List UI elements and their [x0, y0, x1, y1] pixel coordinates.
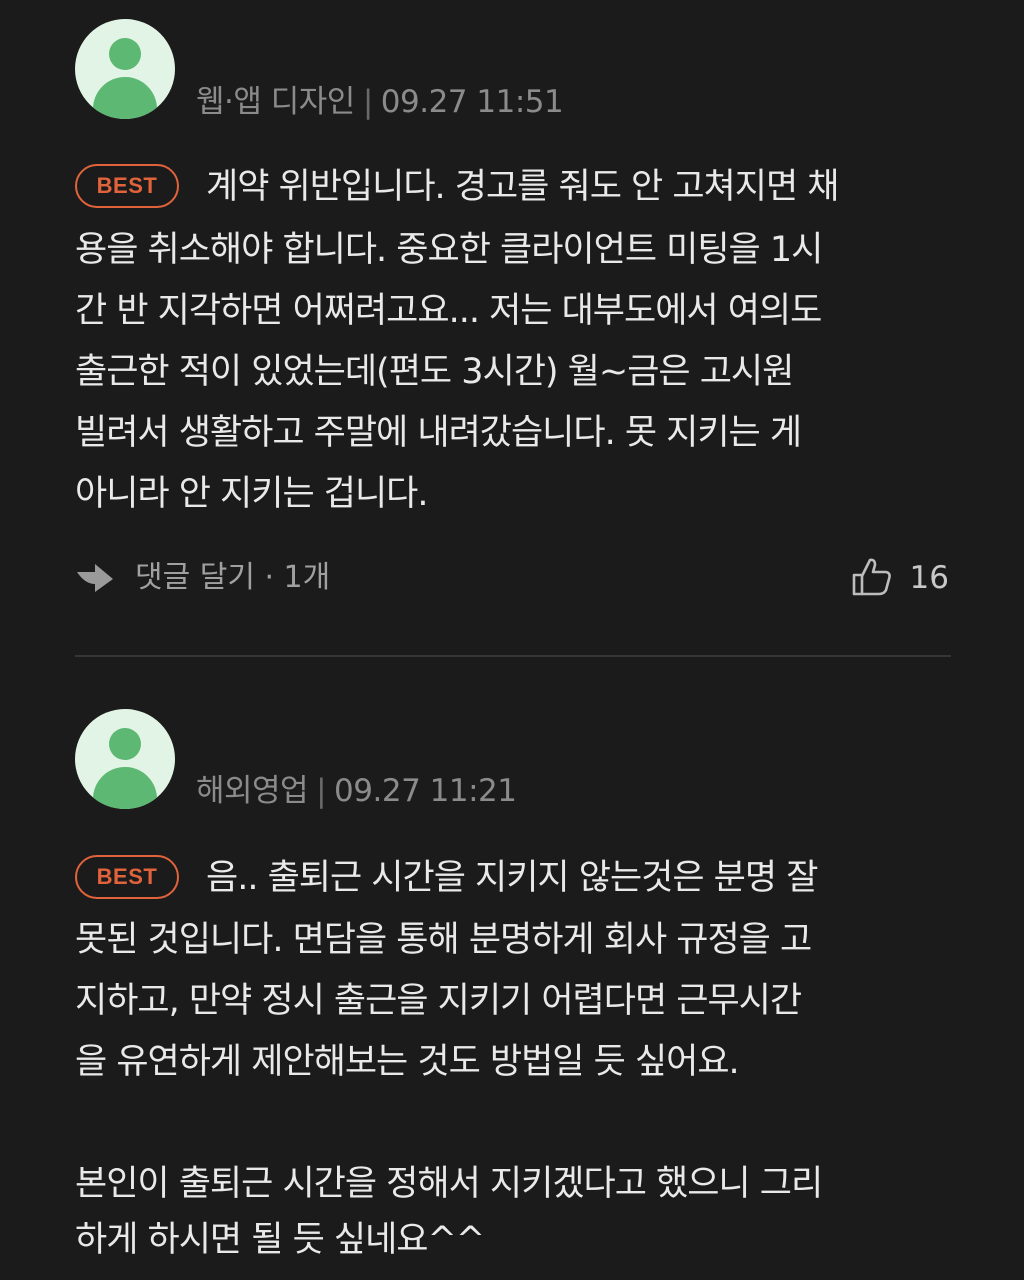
comment-text-line: 지하고, 만약 정시 출근을 지키기 어렵다면 근무시간: [75, 981, 802, 1021]
avatar-head-shape: [109, 38, 141, 70]
comment-timestamp: 09.27 11:21: [334, 773, 517, 809]
comment-text-line: 음.. 출퇴근 시간을 지키지 않는것은 분명 잘: [206, 858, 818, 898]
comment-text-line: 아니라 안 지키는 겁니다.: [75, 474, 429, 514]
comment-text-line: 빌려서 생활하고 주말에 내려갔습니다. 못 지키는 게: [75, 413, 802, 453]
meta-separator: |: [362, 84, 373, 120]
comment-text-line: 못된 것입니다. 면담을 통해 분명하게 회사 규정을 고: [75, 920, 812, 960]
avatar-head-shape: [109, 728, 141, 760]
avatar[interactable]: [75, 19, 175, 119]
comment-timestamp: 09.27 11:51: [380, 84, 564, 120]
like-count: 16: [909, 560, 949, 596]
comment-text-line: 을 유연하게 제안해보는 것도 방법일 듯 싶어요.: [75, 1042, 740, 1082]
thumbs-up-icon: [852, 558, 891, 596]
best-badge: BEST: [75, 855, 179, 899]
best-badge: BEST: [75, 164, 179, 208]
avatar-body-shape: [93, 767, 157, 809]
comment-text-line: 계약 위반입니다. 경고를 줘도 안 고쳐지면 채: [206, 167, 839, 207]
author-name[interactable]: 웹·앱 디자인: [196, 84, 355, 120]
meta-separator: |: [316, 773, 327, 809]
comment-text-line: 하게 하시면 될 듯 싶네요^^: [75, 1220, 485, 1260]
comment-actions: 댓글 달기 · 1개 16: [75, 556, 951, 600]
comment-meta: 웹·앱 디자인 | 09.27 11:51: [196, 76, 564, 121]
comment-text-line: 용을 취소해야 합니다. 중요한 클라이언트 미팅을 1시: [75, 230, 823, 270]
comment-feed: 웹·앱 디자인 | 09.27 11:51 BEST 계약 위반입니다. 경고를 줘…: [0, 0, 1024, 1280]
comment-divider: [75, 655, 951, 657]
comment-text-line: 본인이 출퇴근 시간을 정해서 지키겠다고 했으니 그리: [75, 1164, 823, 1204]
comment-text-line: 간 반 지각하면 어쩌려고요... 저는 대부도에서 여의도: [75, 291, 822, 331]
avatar-body-shape: [93, 77, 157, 119]
reply-label: 댓글 달기 · 1개: [135, 560, 331, 595]
reply-arrow-icon: [77, 564, 113, 592]
author-name[interactable]: 해외영업: [196, 773, 309, 809]
comment-meta: 해외영업 | 09.27 11:21: [196, 765, 517, 810]
comment-text-line: 출근한 적이 있었는데(편도 3시간) 월~금은 고시원: [75, 352, 794, 392]
avatar[interactable]: [75, 709, 175, 809]
